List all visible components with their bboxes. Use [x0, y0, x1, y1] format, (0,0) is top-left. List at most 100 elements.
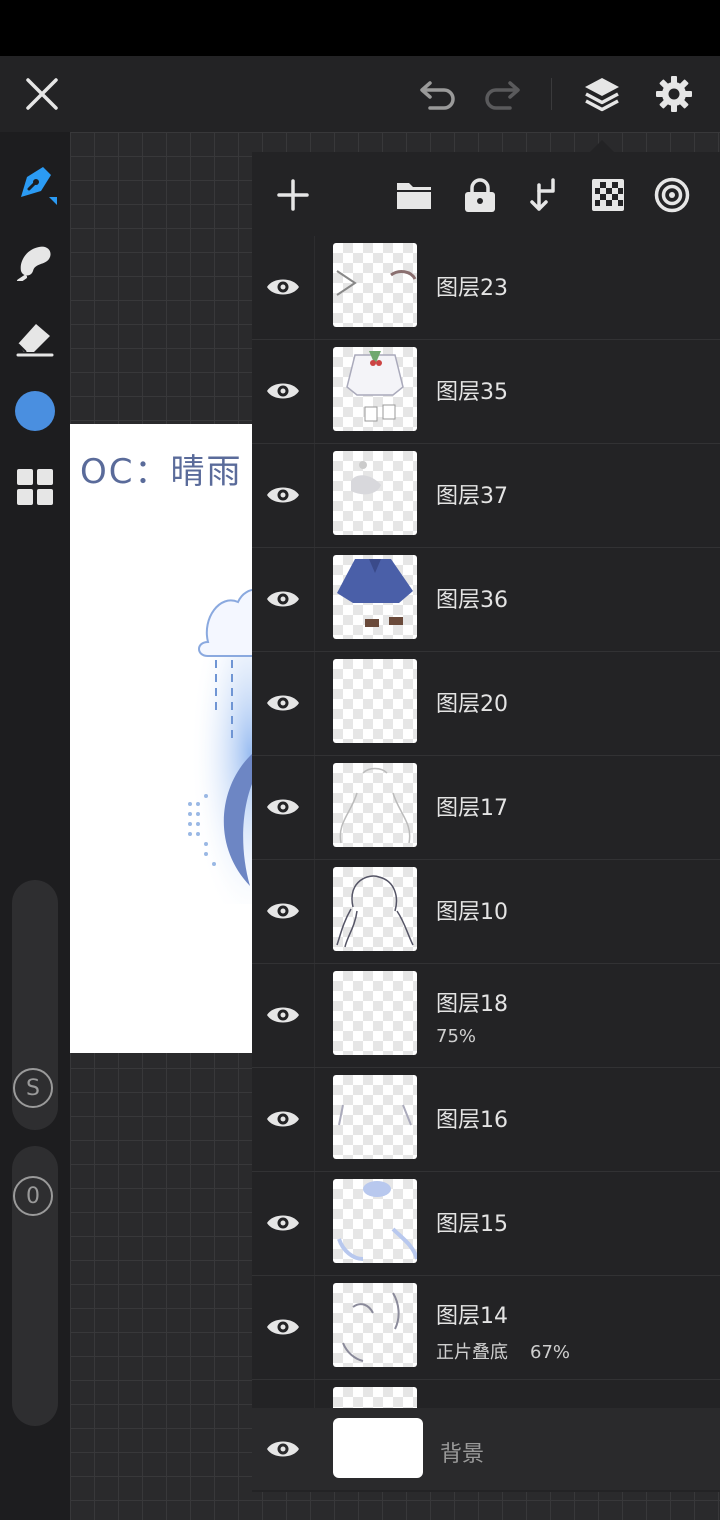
eye-icon [267, 487, 299, 503]
new-folder-button[interactable] [389, 170, 439, 220]
layer-row[interactable]: 图层10 [252, 860, 720, 964]
visibility-toggle[interactable] [258, 678, 308, 728]
lock-icon [465, 178, 495, 212]
close-button[interactable] [12, 56, 72, 132]
gear-icon [656, 76, 692, 112]
redo-button[interactable] [472, 56, 532, 132]
plus-icon [277, 179, 309, 211]
merge-down-button[interactable] [519, 170, 569, 220]
add-layer-button[interactable] [268, 170, 318, 220]
layers-icon [585, 78, 619, 112]
eye-icon [267, 1007, 299, 1023]
layer-name: 图层14 [436, 1304, 508, 1329]
lock-layer-button[interactable] [455, 170, 505, 220]
layer-actions-bar [252, 152, 720, 237]
eye-icon [267, 1441, 299, 1457]
eye-icon [267, 903, 299, 919]
layer-row[interactable]: 图层20 [252, 652, 720, 756]
visibility-toggle[interactable] [258, 574, 308, 624]
layer-effects-button[interactable] [647, 170, 697, 220]
artwork-canvas[interactable]: OC：晴雨 [70, 424, 260, 1053]
visibility-toggle[interactable] [258, 366, 308, 416]
background-layer-row[interactable]: 背景 [252, 1408, 720, 1490]
layer-row[interactable]: 图层35 [252, 340, 720, 444]
eye-icon [267, 1319, 299, 1335]
layer-opacity: 67% [530, 1342, 571, 1363]
layer-name: 图层17 [436, 796, 508, 821]
visibility-toggle[interactable] [258, 782, 308, 832]
layer-row[interactable]: 图层18 75% [252, 964, 720, 1068]
layer-thumbnail [333, 867, 417, 951]
layer-name: 图层23 [436, 276, 508, 301]
layer-row[interactable]: 图层17 [252, 756, 720, 860]
visibility-toggle[interactable] [258, 886, 308, 936]
gallery-button[interactable] [10, 462, 60, 512]
top-toolbar [0, 56, 720, 132]
eye-icon [267, 695, 299, 711]
transparency-lock-button[interactable] [583, 170, 633, 220]
folder-icon [397, 183, 431, 209]
visibility-toggle[interactable] [258, 990, 308, 1040]
layer-name: 图层37 [436, 484, 508, 509]
layer-row[interactable]: 图层16 [252, 1068, 720, 1172]
layer-thumbnail [333, 1075, 417, 1159]
layer-meta: 75% [436, 1026, 498, 1047]
brush-opacity-label: 0 [26, 1183, 40, 1209]
checkerboard-icon [592, 179, 624, 211]
layer-row[interactable]: 图层36 [252, 548, 720, 652]
undo-button[interactable] [408, 56, 468, 132]
visibility-toggle[interactable] [258, 262, 308, 312]
eye-icon [267, 591, 299, 607]
undo-icon [420, 81, 455, 110]
layer-meta: 正片叠底 67% [436, 1338, 592, 1364]
layer-row[interactable]: 图层14 正片叠底 67% [252, 1276, 720, 1380]
layer-row[interactable]: 图层15 [252, 1172, 720, 1276]
layer-thumbnail [333, 763, 417, 847]
visibility-toggle[interactable] [258, 1094, 308, 1144]
color-swatch [15, 391, 55, 431]
layer-name: 图层16 [436, 1108, 508, 1133]
visibility-toggle[interactable] [258, 1424, 308, 1474]
smudge-tool[interactable] [10, 236, 60, 286]
eye-icon [267, 799, 299, 815]
row-divider [314, 340, 315, 443]
pen-icon [21, 167, 57, 205]
visibility-toggle[interactable] [258, 1198, 308, 1248]
eye-icon [267, 383, 299, 399]
left-toolbar: S 0 [0, 132, 70, 1520]
visibility-toggle[interactable] [258, 470, 308, 520]
redo-icon [485, 81, 520, 110]
color-picker[interactable] [10, 386, 60, 436]
layer-thumbnail [333, 659, 417, 743]
layer-name: 图层20 [436, 692, 508, 717]
eye-icon [267, 1215, 299, 1231]
row-divider [314, 1172, 315, 1275]
eye-icon [267, 279, 299, 295]
eraser-tool[interactable] [10, 312, 60, 362]
layer-thumbnail [333, 451, 417, 535]
settings-button[interactable] [644, 56, 704, 132]
layer-thumbnail [333, 971, 417, 1055]
target-icon [654, 177, 690, 213]
row-divider [314, 444, 315, 547]
visibility-toggle[interactable] [258, 1302, 308, 1352]
layer-thumbnail [333, 347, 417, 431]
brush-tool[interactable] [10, 158, 60, 208]
layer-name: 图层18 [436, 992, 508, 1017]
layers-button[interactable] [572, 56, 632, 132]
row-divider [314, 860, 315, 963]
row-divider [314, 1068, 315, 1171]
layer-opacity: 75% [436, 1026, 477, 1047]
brush-size-knob[interactable]: S [13, 1068, 53, 1108]
row-divider [314, 964, 315, 1067]
layer-thumbnail [333, 1179, 417, 1263]
layer-name: 图层35 [436, 380, 508, 405]
background-layer-name: 背景 [440, 1442, 485, 1467]
row-divider [314, 548, 315, 651]
layer-row[interactable]: 图层23 [252, 236, 720, 340]
layer-name: 图层36 [436, 588, 508, 613]
layer-row[interactable]: 图层37 [252, 444, 720, 548]
layers-panel: 图层23 图层35 图层37 图层36 图层20 图层17 图层10 图层18 … [252, 152, 720, 1492]
row-divider [314, 1276, 315, 1379]
brush-opacity-knob[interactable]: 0 [13, 1176, 53, 1216]
